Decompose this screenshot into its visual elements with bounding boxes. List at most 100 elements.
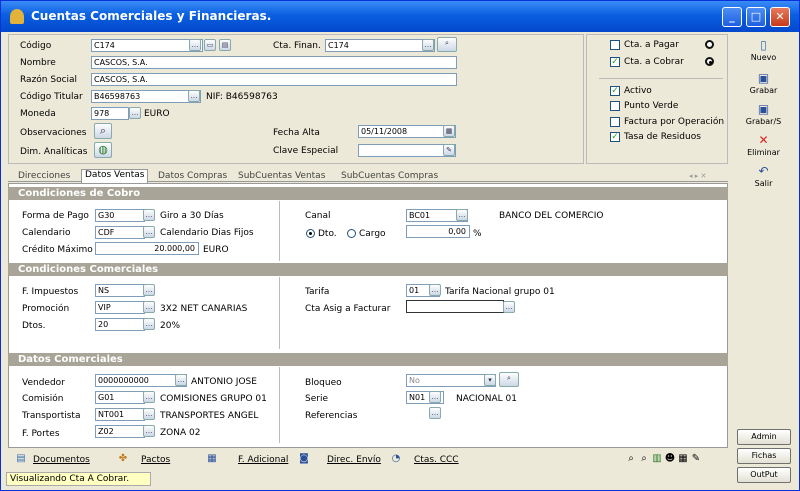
lookup-icon[interactable]: …	[143, 408, 155, 420]
tasa-residuos-checkbox[interactable]: ✓	[610, 132, 620, 142]
lookup-icon[interactable]: …	[143, 226, 155, 238]
divider	[599, 78, 723, 79]
lookup-icon[interactable]: …	[189, 39, 201, 51]
credito-label: Crédito Máximo	[22, 245, 93, 255]
lookup-icon[interactable]: …	[143, 301, 155, 313]
edit-icon[interactable]: ✎	[690, 453, 702, 465]
documents-icon[interactable]: ▤	[15, 453, 27, 465]
comision-input[interactable]: G01	[95, 391, 145, 404]
edit-icon[interactable]: ✎	[443, 144, 455, 156]
grid-icon[interactable]: ▦	[677, 453, 689, 465]
promocion-input[interactable]: VIP	[95, 301, 145, 314]
lookup-icon[interactable]: …	[143, 391, 155, 403]
codigo-label: Código	[20, 41, 52, 51]
dto-radio[interactable]	[306, 229, 315, 238]
search-icon[interactable]: ⌕	[499, 372, 519, 387]
impuestos-input[interactable]: NS	[95, 284, 145, 297]
eliminar-label: Eliminar	[747, 148, 780, 157]
nuevo-button[interactable]: ▯ Nuevo	[736, 38, 791, 74]
cta-asig-input[interactable]	[406, 300, 504, 313]
title-bar[interactable]: Cuentas Comerciales y Financieras. _ □ ✕	[1, 1, 799, 32]
ctas-ccc-link[interactable]: Ctas. CCC	[414, 455, 459, 465]
user-icon[interactable]: ☻	[664, 453, 676, 465]
lookup-icon[interactable]: …	[175, 374, 187, 386]
cargo-radio[interactable]	[347, 229, 356, 238]
bloqueo-select[interactable]: No	[406, 374, 496, 387]
vendedor-input[interactable]: 0000000000	[95, 374, 187, 387]
search-icon[interactable]: ⌕	[625, 453, 637, 465]
output-button[interactable]: OutPut	[737, 467, 791, 483]
direc-envio-link[interactable]: Direc. Envío	[327, 455, 381, 465]
divider	[279, 201, 280, 261]
pactos-link[interactable]: Pactos	[141, 455, 170, 465]
lookup-icon[interactable]: …	[143, 284, 155, 296]
credito-input[interactable]: 20.000,00	[95, 242, 199, 255]
magnifier-icon[interactable]: ⌕	[94, 123, 112, 139]
documentos-link[interactable]: Documentos	[33, 455, 90, 465]
titular-input[interactable]: B46598763	[91, 90, 201, 103]
cta-pagar-radio[interactable]	[705, 40, 714, 49]
lookup-icon[interactable]: …	[188, 90, 200, 102]
clave-especial-input[interactable]	[358, 144, 456, 157]
document-icon[interactable]: ▤	[219, 39, 231, 51]
tab-direcciones[interactable]: Direcciones	[18, 171, 70, 181]
lookup-icon[interactable]: …	[429, 284, 441, 296]
search-icon[interactable]: ⌕	[638, 453, 650, 465]
address-icon[interactable]: ◙	[298, 453, 310, 465]
lookup-icon[interactable]: …	[129, 107, 141, 119]
cta-finan-input[interactable]: C174	[325, 39, 435, 52]
punto-verde-checkbox[interactable]	[610, 101, 620, 111]
lookup-icon[interactable]: …	[143, 318, 155, 330]
close-button[interactable]: ✕	[770, 7, 790, 27]
impuestos-label: F. Impuestos	[22, 287, 79, 297]
chevron-down-icon[interactable]: ▾	[484, 374, 496, 386]
lookup-icon[interactable]: …	[422, 39, 434, 51]
observaciones-label: Observaciones	[20, 128, 87, 138]
lookup-icon[interactable]: …	[143, 425, 155, 437]
activo-checkbox[interactable]: ✓	[610, 86, 620, 96]
admin-button[interactable]: Admin	[737, 429, 791, 445]
lookup-icon[interactable]: …	[429, 407, 441, 419]
lookup-icon[interactable]: …	[143, 209, 155, 221]
minimize-button[interactable]: _	[722, 7, 742, 27]
f-adicional-link[interactable]: F. Adicional	[238, 455, 288, 465]
copy-icon[interactable]: ▭	[204, 39, 216, 51]
form-icon[interactable]: ▦	[206, 453, 218, 465]
tab-datos-compras[interactable]: Datos Compras	[158, 171, 227, 181]
forma-pago-input[interactable]: G30	[95, 209, 145, 222]
tab-scroll-arrows[interactable]: ◂ ▸ ✕	[689, 172, 706, 180]
nif-text: NIF: B46598763	[206, 92, 278, 102]
accounts-icon[interactable]: ◔	[390, 453, 402, 465]
lookup-icon[interactable]: …	[456, 209, 468, 221]
portes-input[interactable]: Z02	[95, 425, 145, 438]
cta-pagar-checkbox[interactable]	[610, 40, 620, 50]
calendario-input[interactable]: CDF	[95, 226, 145, 239]
factura-operacion-checkbox[interactable]	[610, 117, 620, 127]
transportista-input[interactable]: NT001	[95, 408, 145, 421]
razon-input[interactable]: CASCOS, S.A.	[91, 73, 457, 86]
tab-subcuentas-ventas[interactable]: SubCuentas Ventas	[238, 171, 325, 181]
lookup-icon[interactable]: …	[429, 391, 441, 403]
cta-cobrar-radio[interactable]	[705, 57, 714, 66]
handshake-icon[interactable]: ✤	[117, 453, 129, 465]
dto-percent-input[interactable]: 0,00	[406, 225, 470, 238]
moneda-input[interactable]: 978	[91, 107, 129, 120]
nombre-input[interactable]: CASCOS, S.A.	[91, 56, 457, 69]
calendar-icon[interactable]: ▦	[443, 125, 455, 137]
tab-datos-ventas[interactable]: Datos Ventas	[81, 169, 149, 183]
salir-button[interactable]: ↶ Salir	[736, 164, 791, 200]
serie-text: NACIONAL 01	[456, 394, 517, 404]
chart-icon[interactable]: ▥	[651, 453, 663, 465]
fichas-button[interactable]: Fichas	[737, 448, 791, 464]
lookup-icon[interactable]: …	[503, 301, 515, 313]
maximize-button[interactable]: □	[746, 7, 766, 27]
globe-icon[interactable]: ◍	[94, 142, 112, 158]
floppy-icon: ▣	[757, 102, 770, 116]
dtos-input[interactable]: 20	[95, 318, 145, 331]
fecha-alta-input[interactable]: 05/11/2008	[358, 125, 456, 138]
cta-cobrar-checkbox[interactable]: ✓	[610, 57, 620, 67]
codigo-input[interactable]: C174	[91, 39, 203, 52]
calendario-label: Calendario	[22, 228, 71, 238]
tab-subcuentas-compras[interactable]: SubCuentas Compras	[341, 171, 438, 181]
search-icon[interactable]: ⌕	[437, 37, 457, 52]
